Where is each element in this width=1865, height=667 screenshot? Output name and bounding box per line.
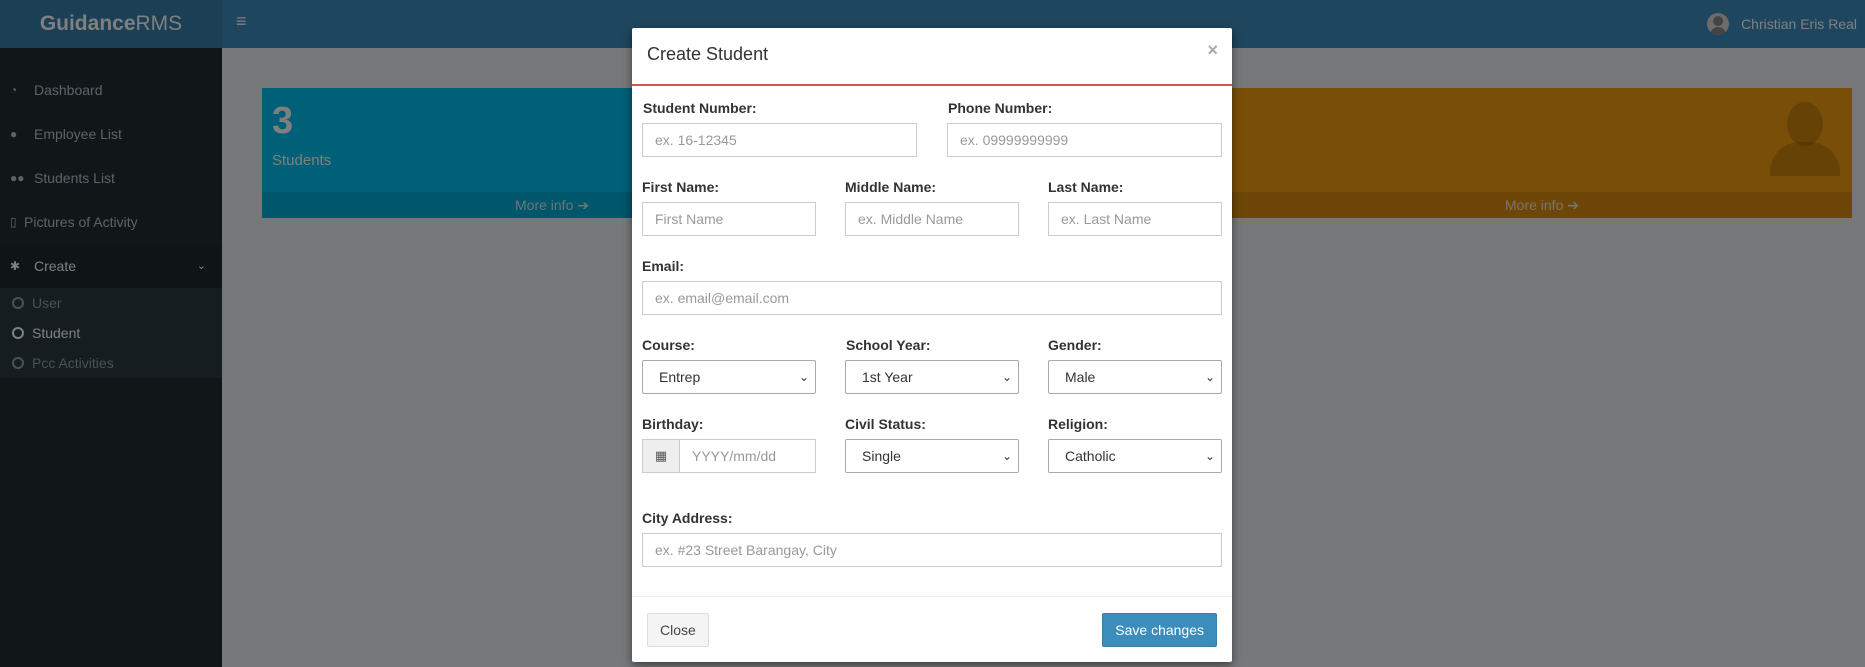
gender-label: Gender:: [1048, 337, 1102, 353]
email-input[interactable]: ex. email@email.com: [642, 281, 1222, 315]
create-student-modal: Create Student × Student Number: ex. 16-…: [632, 28, 1232, 662]
save-changes-button[interactable]: Save changes: [1102, 613, 1217, 647]
email-label: Email:: [642, 258, 685, 274]
modal-header: Create Student ×: [632, 28, 1232, 86]
student-number-input[interactable]: ex. 16-12345: [642, 123, 917, 157]
chevron-down-icon: ⌄: [798, 370, 809, 384]
chevron-down-icon: ⌄: [1001, 370, 1012, 384]
course-label: Course:: [642, 337, 695, 353]
modal-title: Create Student: [647, 44, 769, 64]
last-name-label: Last Name:: [1048, 179, 1124, 195]
first-name-label: First Name:: [642, 179, 720, 195]
middle-name-input[interactable]: ex. Middle Name: [845, 202, 1019, 236]
chevron-down-icon: ⌄: [1001, 449, 1012, 463]
close-button[interactable]: Close: [647, 613, 709, 647]
calendar-icon[interactable]: ▦: [642, 439, 680, 473]
city-address-label: City Address:: [642, 510, 733, 526]
civil-status-select[interactable]: Single ⌄: [845, 439, 1019, 473]
birthday-label: Birthday:: [642, 416, 704, 432]
chevron-down-icon: ⌄: [1204, 370, 1215, 384]
phone-number-input[interactable]: ex. 09999999999: [947, 123, 1222, 157]
modal-footer: Close Save changes: [632, 596, 1232, 662]
phone-number-label: Phone Number:: [948, 100, 1053, 116]
gender-select[interactable]: Male ⌄: [1048, 360, 1222, 394]
birthday-input[interactable]: YYYY/mm/dd: [679, 439, 816, 473]
religion-select[interactable]: Catholic ⌄: [1048, 439, 1222, 473]
last-name-input[interactable]: ex. Last Name: [1048, 202, 1222, 236]
course-select[interactable]: Entrep ⌄: [642, 360, 816, 394]
city-address-input[interactable]: ex. #23 Street Barangay, City: [642, 533, 1222, 567]
middle-name-label: Middle Name:: [845, 179, 937, 195]
close-icon[interactable]: ×: [1207, 40, 1218, 61]
school-year-select[interactable]: 1st Year ⌄: [845, 360, 1019, 394]
student-number-label: Student Number:: [643, 100, 757, 116]
religion-label: Religion:: [1048, 416, 1108, 432]
chevron-down-icon: ⌄: [1204, 449, 1215, 463]
civil-status-label: Civil Status:: [845, 416, 926, 432]
first-name-input[interactable]: First Name: [642, 202, 816, 236]
school-year-label: School Year:: [846, 337, 931, 353]
